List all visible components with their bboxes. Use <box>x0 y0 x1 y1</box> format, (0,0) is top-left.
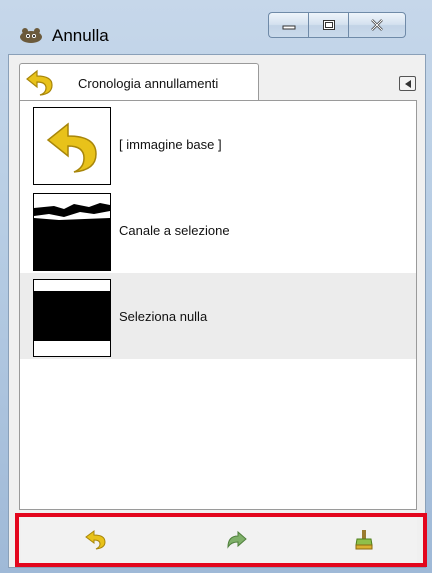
history-item[interactable]: Canale a selezione <box>20 187 416 273</box>
broom-icon <box>355 530 373 550</box>
channel-selection-thumbnail <box>34 194 110 270</box>
select-none-thumbnail <box>34 280 110 356</box>
gimp-wilber-icon <box>20 28 42 43</box>
history-thumbnail <box>33 107 111 185</box>
history-item-label: [ immagine base ] <box>119 137 222 152</box>
history-list: [ immagine base ] Canale a selezione Sel… <box>19 100 417 510</box>
history-item-label: Canale a selezione <box>119 223 230 238</box>
dock-panel: Cronologia annullamenti [ immagine base … <box>8 54 426 568</box>
undo-button[interactable] <box>83 529 109 551</box>
tab-undo-history[interactable]: Cronologia annullamenti <box>19 63 259 101</box>
undo-history-window: Annulla Cronologia annullamenti [immagi… <box>0 0 432 573</box>
window-title: Annulla <box>52 26 109 45</box>
close-button[interactable] <box>348 12 406 38</box>
clear-history-button[interactable] <box>351 529 377 551</box>
history-item-label: Seleziona nulla <box>119 309 208 324</box>
close-icon <box>371 19 383 31</box>
history-item[interactable]: [ immagine base ] <box>20 101 416 187</box>
history-thumbnail <box>33 193 111 271</box>
history-thumbnail <box>33 279 111 357</box>
minimize-button[interactable] <box>268 12 308 38</box>
redo-icon <box>227 530 247 549</box>
button-bar <box>21 515 417 565</box>
history-item-selected[interactable]: Seleziona nulla <box>20 273 416 359</box>
window-controls <box>268 12 406 40</box>
undo-arrow-icon <box>46 122 97 173</box>
undo-icon <box>85 530 106 550</box>
tab-label: Cronologia annullamenti <box>78 76 219 91</box>
title-bar[interactable]: Annulla <box>0 0 432 60</box>
redo-button[interactable] <box>223 529 249 551</box>
minimize-icon <box>282 25 295 30</box>
tab-menu-button[interactable] <box>399 76 416 91</box>
undo-arrow-icon <box>26 69 53 96</box>
triangle-left-icon <box>404 79 411 88</box>
maximize-icon <box>322 20 335 30</box>
maximize-button[interactable] <box>308 12 348 38</box>
